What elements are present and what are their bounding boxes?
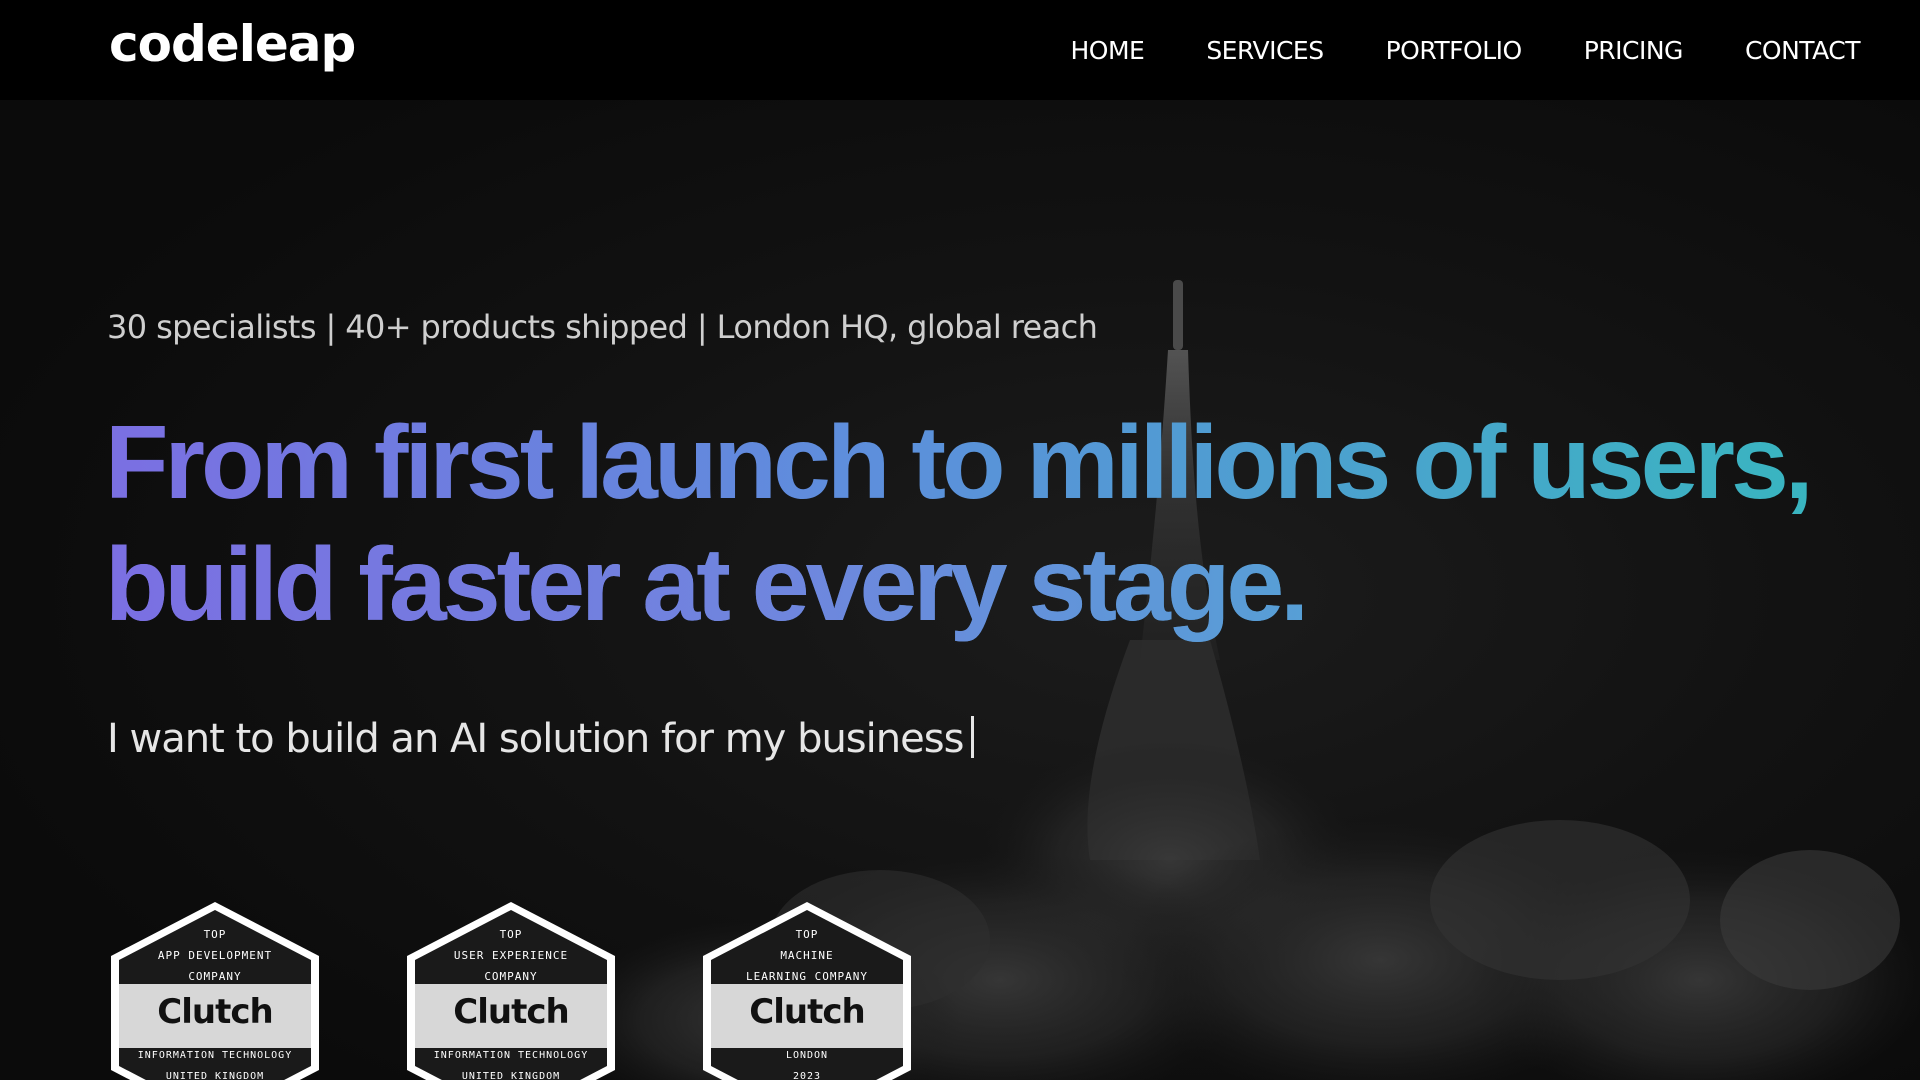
typing-text: I want to build an AI solution for my bu…	[107, 716, 975, 762]
badge-bottom-text: INFORMATION TECHNOLOGY UNITED KINGDOM	[137, 1050, 293, 1080]
badge-top-text: TOP APP DEVELOPMENT COMPANY	[157, 928, 273, 983]
page: codeleap HOME SERVICES PORTFOLIO PRICING…	[0, 0, 1920, 1080]
nav-item-contact: CONTACT	[1714, 36, 1861, 65]
award-badges: TOP APP DEVELOPMENT COMPANY Clutch INFOR…	[107, 898, 915, 1080]
nav-link-pricing[interactable]: PRICING	[1553, 36, 1714, 65]
clutch-badge-app-development[interactable]: TOP APP DEVELOPMENT COMPANY Clutch INFOR…	[107, 898, 323, 1080]
badge-bottom-text: LONDON 2023	[785, 1050, 829, 1080]
badge-brand: Clutch	[749, 992, 865, 1032]
headline-line-1: From first launch to millions of users,	[105, 405, 1810, 521]
nav-link-contact[interactable]: CONTACT	[1714, 36, 1861, 65]
navbar: codeleap HOME SERVICES PORTFOLIO PRICING…	[0, 0, 1920, 100]
hero-headline: From first launch to millions of users, …	[105, 402, 1810, 646]
stats-line: 30 specialists | 40+ products shipped | …	[107, 308, 1098, 346]
typing-cursor	[971, 716, 975, 758]
badge-top-text: TOP MACHINE LEARNING COMPANY	[746, 928, 868, 983]
nav-item-portfolio: PORTFOLIO	[1355, 36, 1553, 65]
clutch-badge-user-experience[interactable]: TOP USER EXPERIENCE COMPANY Clutch INFOR…	[403, 898, 619, 1080]
nav-link-portfolio[interactable]: PORTFOLIO	[1355, 36, 1553, 65]
badge-brand: Clutch	[157, 992, 273, 1032]
nav-link-home[interactable]: HOME	[1039, 36, 1175, 65]
main-nav: HOME SERVICES PORTFOLIO PRICING CONTACT	[1039, 0, 1860, 100]
nav-item-services: SERVICES	[1175, 36, 1354, 65]
badge-brand: Clutch	[453, 992, 569, 1032]
rocket-body	[1173, 280, 1183, 350]
clutch-badge-machine-learning[interactable]: TOP MACHINE LEARNING COMPANY Clutch LOND…	[699, 898, 915, 1080]
badge-bottom-text: INFORMATION TECHNOLOGY UNITED KINGDOM	[433, 1050, 589, 1080]
nav-link-services[interactable]: SERVICES	[1175, 36, 1354, 65]
logo[interactable]: codeleap	[109, 12, 356, 76]
nav-item-pricing: PRICING	[1553, 36, 1714, 65]
typing-text-value: I want to build an AI solution for my bu…	[107, 716, 964, 762]
badge-top-text: TOP USER EXPERIENCE COMPANY	[453, 928, 569, 983]
headline-line-2: build faster at every stage.	[105, 524, 1810, 646]
nav-item-home: HOME	[1039, 36, 1175, 65]
